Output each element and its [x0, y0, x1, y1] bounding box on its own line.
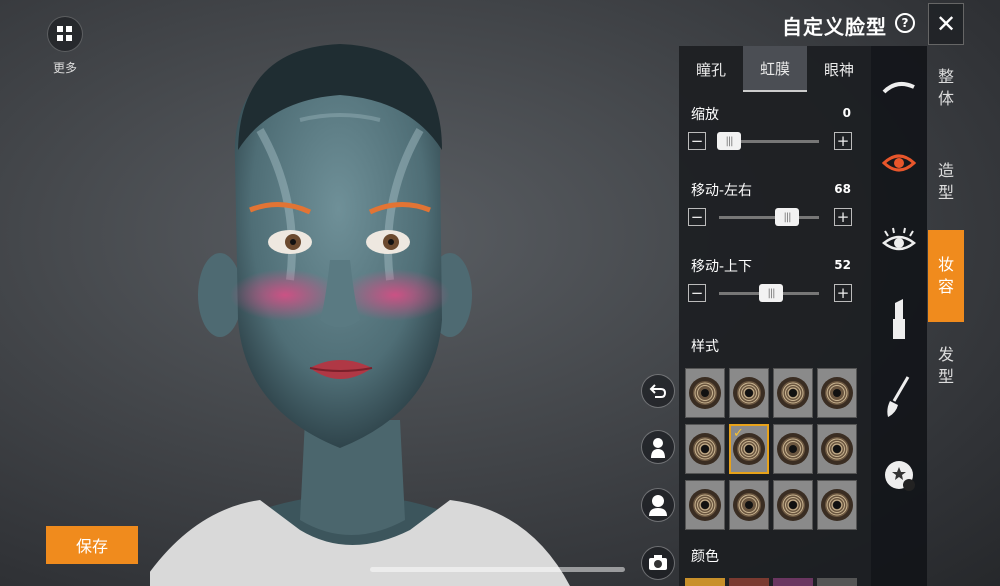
iris-style-swatch[interactable]	[817, 368, 857, 418]
decrease-button[interactable]: −	[688, 132, 706, 150]
slider-track[interactable]: |||	[719, 284, 819, 302]
brush-icon[interactable]	[871, 372, 927, 422]
character-model[interactable]	[150, 40, 620, 586]
slider-track[interactable]: |||	[719, 208, 819, 226]
camera-icon	[649, 555, 667, 570]
iris-style-swatch[interactable]	[685, 368, 725, 418]
sticker-icon[interactable]	[871, 450, 927, 500]
iris-style-swatch[interactable]	[685, 480, 725, 530]
iris-style-swatch[interactable]	[773, 424, 813, 474]
undo-button[interactable]	[641, 374, 675, 408]
slider-thumb[interactable]: |||	[775, 208, 799, 226]
increase-button[interactable]: +	[834, 208, 852, 226]
decrease-button[interactable]: −	[688, 284, 706, 302]
category-bar	[871, 46, 927, 586]
bust-icon	[649, 495, 667, 516]
check-icon: ✓	[733, 426, 744, 441]
head-icon	[651, 438, 665, 458]
iris-style-swatch[interactable]	[773, 368, 813, 418]
increase-button[interactable]: +	[834, 132, 852, 150]
tab-makeup-label: 妆容	[937, 255, 954, 296]
color-swatch[interactable]	[817, 578, 857, 586]
slider-label: 移动-上下	[691, 259, 753, 275]
tab-makeup[interactable]: 妆容	[928, 230, 964, 322]
iris-style-swatch[interactable]	[817, 424, 857, 474]
face-view-button[interactable]	[641, 430, 675, 464]
tab-iris[interactable]: 虹膜	[743, 46, 807, 92]
tab-gaze[interactable]: 眼神	[807, 46, 871, 92]
color-swatch[interactable]	[773, 578, 813, 586]
slider-value: 0	[842, 106, 851, 120]
iris-style-swatch[interactable]	[773, 480, 813, 530]
color-swatch[interactable]	[729, 578, 769, 586]
makeup-panel: 瞳孔 虹膜 眼神 缩放 0 − ||| + 移动-左右 68 − ||| + 移动-…	[679, 46, 871, 586]
body-view-button[interactable]	[641, 488, 675, 522]
eyebrow-icon[interactable]	[871, 62, 927, 112]
iris-style-swatch[interactable]	[729, 368, 769, 418]
camera-button[interactable]	[641, 546, 675, 580]
tab-hair[interactable]: 发型	[928, 344, 964, 400]
iris-style-swatch[interactable]	[729, 480, 769, 530]
tab-overall-label: 整体	[937, 67, 954, 108]
increase-button[interactable]: +	[834, 284, 852, 302]
iris-style-swatch[interactable]	[685, 424, 725, 474]
tab-shape-label: 造型	[937, 161, 954, 202]
undo-icon	[649, 384, 667, 398]
close-button[interactable]: ✕	[928, 3, 964, 45]
slider-thumb[interactable]: |||	[717, 132, 741, 150]
style-grid: ✓	[685, 368, 865, 538]
tab-shape[interactable]: 造型	[928, 160, 964, 216]
page-title: 自定义脸型	[782, 15, 887, 39]
help-icon[interactable]: ?	[895, 13, 915, 33]
close-icon: ✕	[935, 10, 957, 38]
style-section-label: 样式	[691, 339, 719, 355]
save-button[interactable]: 保存	[46, 526, 138, 564]
slider-label: 移动-左右	[691, 183, 753, 199]
color-section-label: 颜色	[691, 549, 719, 565]
slider-value: 52	[834, 258, 851, 272]
eye-icon[interactable]	[871, 138, 927, 188]
eyelash-icon[interactable]	[871, 216, 927, 266]
grid-icon	[57, 26, 72, 41]
home-indicator	[370, 567, 625, 572]
color-swatch[interactable]	[685, 578, 725, 586]
tab-overall[interactable]: 整体	[928, 66, 964, 122]
more-label: 更多	[52, 61, 77, 75]
lipstick-icon[interactable]	[871, 294, 927, 344]
tab-hair-label: 发型	[937, 345, 954, 386]
slider-thumb[interactable]: |||	[759, 284, 783, 302]
iris-style-swatch[interactable]: ✓	[729, 424, 769, 474]
decrease-button[interactable]: −	[688, 208, 706, 226]
slider-label: 缩放	[691, 107, 719, 123]
iris-style-swatch[interactable]	[817, 480, 857, 530]
slider-value: 68	[834, 182, 851, 196]
more-button[interactable]	[47, 16, 83, 52]
slider-track[interactable]: |||	[717, 132, 819, 150]
game-stage: 更多 自定义脸型 ? ✕ 瞳孔 虹膜 眼神 缩放 0 − ||| + 移动-左右 …	[0, 0, 1000, 586]
tab-pupil[interactable]: 瞳孔	[679, 46, 743, 92]
